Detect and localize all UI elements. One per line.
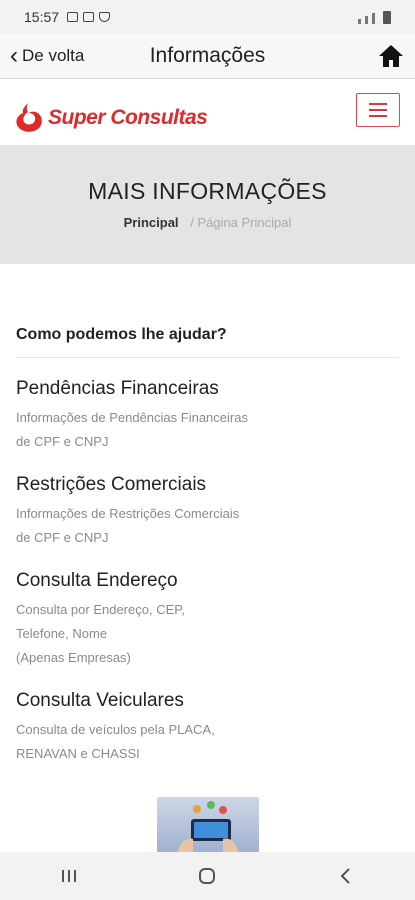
- back-nav-button[interactable]: [331, 861, 361, 891]
- smartphone-illustration: [157, 797, 259, 853]
- home-circle-icon: [199, 868, 216, 884]
- breadcrumb: Principal / Página Principal: [0, 215, 415, 230]
- section-heading: Como podemos lhe ajudar?: [16, 326, 399, 358]
- signal-battery: [358, 10, 391, 24]
- logo-icon: [16, 103, 42, 132]
- system-navigation-bar: [0, 852, 415, 900]
- back-button[interactable]: ‹ De volta: [10, 44, 84, 68]
- recent-apps-icon: [62, 870, 77, 882]
- recent-apps-button[interactable]: [54, 861, 84, 891]
- mail-icon: [83, 12, 95, 22]
- status-bar: 15:57: [0, 0, 415, 34]
- signal-icon: [372, 12, 375, 24]
- menu-line-icon: [369, 103, 387, 105]
- hamburger-menu-button[interactable]: [356, 93, 400, 127]
- list-item: Consulta Endereço Consulta por Endereço,…: [16, 570, 399, 670]
- page-title: MAIS INFORMAÇÕES: [88, 178, 327, 204]
- chevron-left-icon: ‹: [10, 42, 18, 69]
- item-description: Consulta de veículos pela PLACA, RENAVAN…: [16, 722, 215, 761]
- status-time: 15:57: [24, 9, 60, 25]
- battery-icon: [383, 10, 391, 24]
- signal-icon: [358, 18, 361, 24]
- item-title[interactable]: Consulta Endereço: [16, 570, 399, 592]
- item-description: Informações de Pendências Financeiras de…: [16, 410, 248, 449]
- app-toolbar: ‹ De volta Informações: [0, 34, 415, 79]
- phone-hands-icon: [177, 801, 239, 853]
- item-title[interactable]: Pendências Financeiras: [16, 378, 399, 400]
- notification-icons: [67, 12, 111, 22]
- signal-icon: [365, 15, 368, 24]
- menu-line-icon: [369, 109, 387, 111]
- site-header: Super Consultas: [0, 79, 415, 145]
- back-chevron-icon: [340, 868, 350, 884]
- shield-icon: [99, 12, 111, 22]
- item-title[interactable]: Consulta Veiculares: [16, 690, 399, 712]
- brand-name: Super Consultas: [48, 106, 208, 129]
- list-item: Pendências Financeiras Informações de Pe…: [16, 378, 399, 454]
- breadcrumb-current: / Página Principal: [190, 215, 292, 230]
- page-banner: MAIS INFORMAÇÕES Principal / Página Prin…: [0, 145, 415, 264]
- list-item: Restrições Comerciais Informações de Res…: [16, 474, 399, 550]
- image-icon: [67, 12, 79, 22]
- list-item: Consulta Veiculares Consulta de veículos…: [16, 690, 399, 766]
- help-section: Como podemos lhe ajudar? Pendências Fina…: [16, 326, 399, 766]
- home-icon[interactable]: [377, 42, 405, 70]
- menu-line-icon: [369, 115, 387, 117]
- home-nav-button[interactable]: [192, 861, 222, 891]
- back-label: De volta: [22, 46, 85, 65]
- item-title[interactable]: Restrições Comerciais: [16, 474, 399, 496]
- item-description: Informações de Restrições Comerciais de …: [16, 506, 240, 545]
- item-description: Consulta por Endereço, CEP, Telefone, No…: [16, 602, 185, 665]
- breadcrumb-home-link[interactable]: Principal: [124, 215, 179, 230]
- brand-logo[interactable]: Super Consultas: [14, 101, 208, 135]
